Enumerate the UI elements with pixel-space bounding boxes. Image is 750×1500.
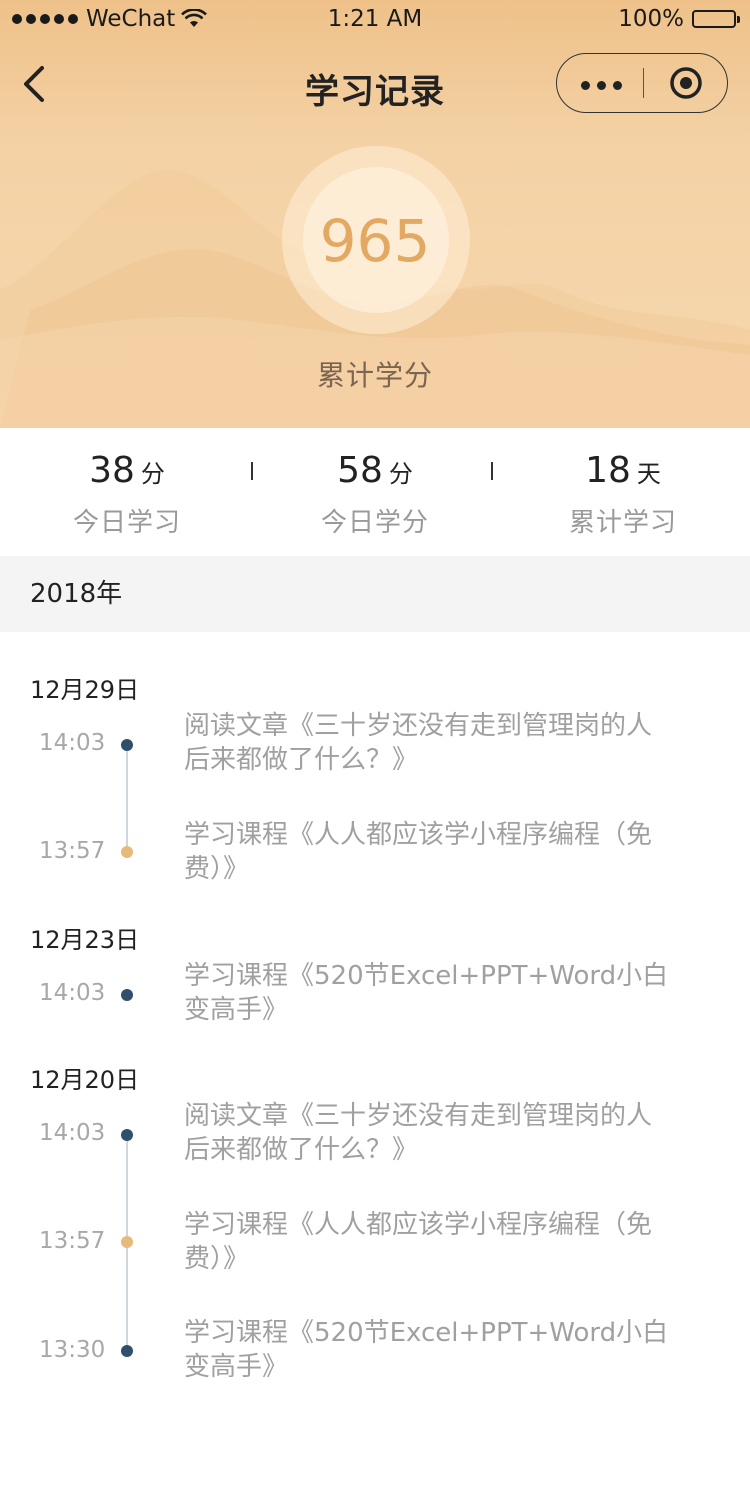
more-icon[interactable]: [581, 75, 641, 95]
stat-unit: 分: [388, 460, 413, 488]
timeline-dot: [121, 846, 133, 858]
stat-unit: 分: [140, 460, 165, 488]
entry-text-line: 费）》: [184, 854, 250, 884]
timeline-dot: [121, 1345, 133, 1357]
stat-label: 今日学习: [72, 508, 181, 538]
entry-text: 学习课程《人人都应该学小程序编程（免 费）》: [184, 818, 704, 886]
entry-text-line: 学习课程《520节Excel+PPT+Word小白: [184, 1318, 669, 1348]
entry-text-line: 后来都做了什么？》: [184, 745, 419, 775]
entry-text-line: 变高手》: [184, 995, 289, 1025]
battery-icon: [692, 10, 740, 28]
stat-today-study: 38 分 今日学习: [2, 448, 252, 539]
entry-text-line: 后来都做了什么？》: [184, 1135, 419, 1165]
entry-text: 学习课程《520节Excel+PPT+Word小白 变高手》: [184, 1316, 704, 1384]
nav-bar: 学习记录: [0, 50, 750, 120]
stat-value: 58: [337, 450, 383, 491]
stats-row: 38 分 今日学习 58 分 今日学分 18 天 累计学习: [0, 428, 750, 556]
capsule-divider: [643, 68, 644, 98]
entry-text-line: 学习课程《人人都应该学小程序编程（免: [184, 1210, 653, 1240]
timeline-connector: [126, 750, 128, 856]
timeline-dot: [121, 739, 133, 751]
battery-group: 100%: [618, 6, 740, 32]
timeline-dot: [121, 1236, 133, 1248]
day-label: 12月29日: [30, 676, 140, 704]
stat-value: 18: [585, 450, 631, 491]
year-header: 2018年: [0, 556, 750, 632]
entry-text-line: 变高手》: [184, 1352, 289, 1382]
entry-time: 14:03: [39, 730, 106, 756]
stat-divider: [251, 462, 253, 480]
timeline-dot: [121, 989, 133, 1001]
total-score-value: 965: [319, 207, 431, 275]
entry-text-line: 学习课程《520节Excel+PPT+Word小白: [184, 961, 669, 991]
entry-text: 学习课程《520节Excel+PPT+Word小白 变高手》: [184, 959, 704, 1027]
entry-text: 阅读文章《三十岁还没有走到管理岗的人 后来都做了什么？》: [184, 709, 704, 777]
stat-today-credits: 58 分 今日学分: [250, 448, 500, 539]
entry-text-line: 费）》: [184, 1244, 250, 1274]
entry-text-line: 阅读文章《三十岁还没有走到管理岗的人: [184, 1101, 653, 1131]
stat-unit: 天: [636, 460, 661, 488]
entry-time: 14:03: [39, 980, 106, 1006]
timeline-dot: [121, 1129, 133, 1141]
entry-text: 阅读文章《三十岁还没有走到管理岗的人 后来都做了什么？》: [184, 1099, 704, 1167]
entry-time: 13:57: [39, 1228, 106, 1254]
capsule-menu: [556, 53, 728, 113]
status-bar: WeChat 1:21 AM 100%: [0, 0, 750, 40]
stat-total-days: 18 天 累计学习: [498, 448, 748, 539]
battery-percent: 100%: [618, 6, 684, 32]
entry-time: 13:30: [39, 1337, 106, 1363]
stat-label: 今日学分: [320, 508, 429, 538]
entry-time: 13:57: [39, 838, 106, 864]
entry-text-line: 阅读文章《三十岁还没有走到管理岗的人: [184, 711, 653, 741]
entry-time: 14:03: [39, 1120, 106, 1146]
stat-divider: [491, 462, 493, 480]
close-target-icon[interactable]: [669, 66, 703, 100]
entry-text-line: 学习课程《人人都应该学小程序编程（免: [184, 820, 653, 850]
stat-value: 38: [89, 450, 135, 491]
entry-text: 学习课程《人人都应该学小程序编程（免 费）》: [184, 1208, 704, 1276]
total-score-label: 累计学分: [316, 359, 433, 392]
day-label: 12月20日: [30, 1066, 140, 1094]
stat-label: 累计学习: [568, 508, 677, 538]
day-label: 12月23日: [30, 926, 140, 954]
header-banner: WeChat 1:21 AM 100% 学习记录 965 累计学分: [0, 0, 750, 428]
